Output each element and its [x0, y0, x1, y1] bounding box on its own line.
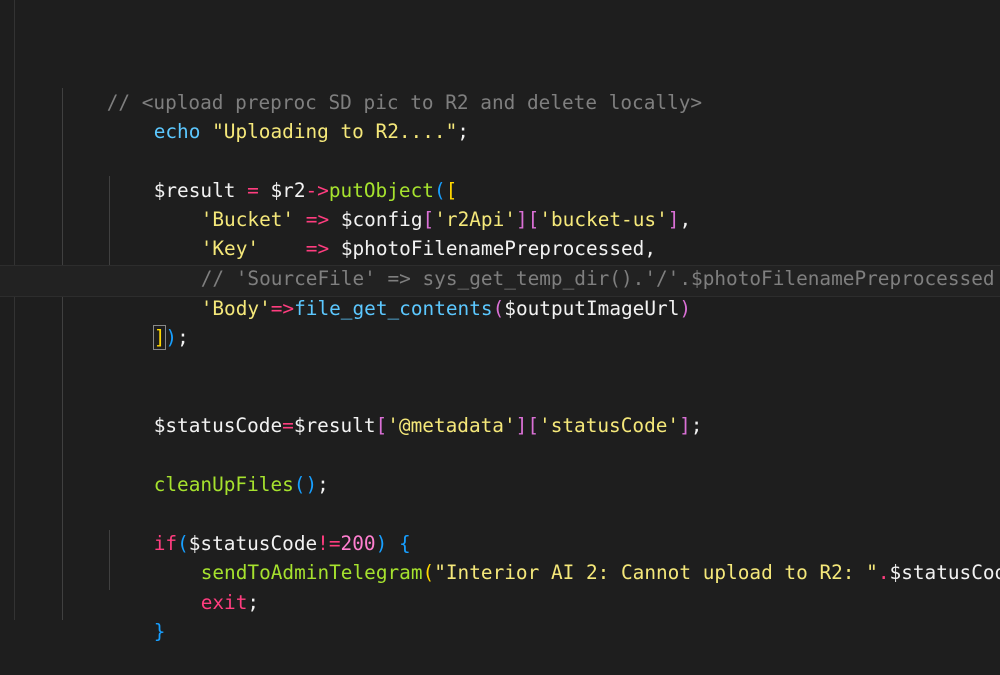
code-line-18[interactable]: exit;	[154, 559, 259, 614]
indent-guide	[62, 88, 63, 620]
code-line-7[interactable]: // 'SourceFile' => sys_get_temp_dir().'/…	[154, 235, 995, 290]
string-literal: "Uploading to R2...."	[212, 120, 458, 143]
code-line-2[interactable]: echo "Uploading to R2....";	[107, 88, 469, 143]
code-line-9[interactable]: ]);	[107, 294, 189, 350]
code-line-12[interactable]: $statusCode=$result['@metadata']['status…	[107, 382, 703, 437]
code-line-14[interactable]: cleanUpFiles();	[107, 441, 329, 496]
function-name: cleanUpFiles	[153, 473, 294, 496]
variable: $outputImageUrl	[504, 297, 680, 320]
code-line-19[interactable]: }	[107, 588, 166, 643]
variable: $statusCode	[889, 561, 1000, 584]
code-line-4[interactable]: $result = $r2->putObject([	[107, 147, 458, 202]
code-line-1[interactable]: // <upload preproc SD pic to R2 and dele…	[60, 59, 702, 114]
gutter-divider	[14, 0, 15, 620]
function-name: file_get_contents	[294, 297, 493, 320]
echo-keyword: echo	[153, 120, 201, 143]
array-key: 'Body'	[200, 297, 271, 320]
exit-keyword: exit	[200, 591, 248, 614]
code-line-8[interactable]: 'Body'=>file_get_contents($outputImageUr…	[154, 265, 691, 320]
code-editor[interactable]: // <upload preproc SD pic to R2 and dele…	[0, 0, 1000, 643]
code-line-5[interactable]: 'Bucket' => $config['r2Api']['bucket-us'…	[154, 176, 691, 231]
variable: $statusCode	[153, 414, 283, 437]
code-line-6[interactable]: 'Key' => $photoFilenamePreprocessed,	[154, 205, 656, 260]
code-line-16[interactable]: if($statusCode!=200) {	[107, 500, 411, 555]
code-line-17[interactable]: sendToAdminTelegram("Interior AI 2: Cann…	[154, 529, 1000, 584]
string-literal: "Interior AI 2: Cannot upload to R2: "	[434, 561, 878, 584]
variable: $result	[293, 414, 376, 437]
